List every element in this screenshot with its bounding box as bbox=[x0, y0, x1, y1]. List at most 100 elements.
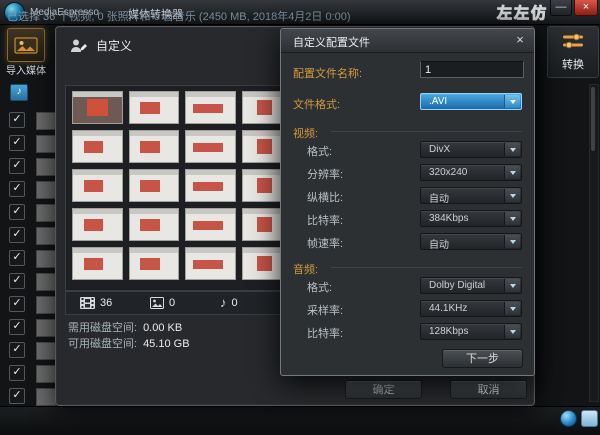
video-thumbnail[interactable] bbox=[185, 130, 236, 163]
video-thumbnail[interactable] bbox=[129, 91, 180, 124]
profile-dialog-title: 自定义配置文件 bbox=[293, 34, 370, 50]
dropdown-value: 自动 bbox=[429, 190, 449, 205]
video-thumbnail[interactable] bbox=[72, 169, 123, 202]
media-thumbnail-sliver bbox=[36, 296, 56, 314]
video-thumbnail[interactable] bbox=[72, 247, 123, 280]
notification-icon[interactable] bbox=[560, 410, 577, 427]
audio-bitrate-dropdown[interactable]: 128Kbps bbox=[420, 323, 522, 340]
chevron-down-icon bbox=[504, 325, 520, 338]
media-checkbox[interactable]: ✓ bbox=[9, 250, 25, 266]
import-media-label: 导入媒体 bbox=[0, 62, 52, 77]
field-label: 比特率: bbox=[307, 212, 343, 228]
video-thumbnail[interactable] bbox=[129, 247, 180, 280]
media-thumbnail-sliver bbox=[36, 250, 56, 268]
video-count-stat: 36 bbox=[80, 297, 136, 309]
video-thumbnail[interactable] bbox=[185, 169, 236, 202]
profile-close-icon[interactable]: × bbox=[512, 32, 528, 48]
next-button[interactable]: 下一步 bbox=[442, 349, 523, 368]
convert-label: 转换 bbox=[548, 56, 598, 72]
chevron-down-icon bbox=[504, 95, 520, 108]
media-checkbox[interactable]: ✓ bbox=[9, 342, 25, 358]
import-media-button[interactable] bbox=[7, 28, 45, 62]
audio-format-dropdown[interactable]: Dolby Digital bbox=[420, 277, 522, 294]
video-thumbnail[interactable] bbox=[129, 169, 180, 202]
customize-dialog-title: 自定义 bbox=[96, 37, 132, 54]
chevron-down-icon bbox=[504, 166, 520, 179]
dropdown-value: 320x240 bbox=[429, 167, 467, 178]
file-format-dropdown[interactable]: .AVI bbox=[420, 93, 522, 110]
video-thumbnail[interactable] bbox=[185, 247, 236, 280]
aspect-ratio-row: 纵横比: 自动 bbox=[281, 187, 534, 205]
media-checkbox[interactable]: ✓ bbox=[9, 388, 25, 404]
media-checkbox[interactable]: ✓ bbox=[9, 365, 25, 381]
media-thumbnail-sliver bbox=[36, 135, 56, 153]
video-thumbnail[interactable] bbox=[185, 208, 236, 241]
main-scrollbar-handle[interactable] bbox=[591, 87, 595, 151]
media-checkbox[interactable]: ✓ bbox=[9, 112, 25, 128]
aspect-ratio-dropdown[interactable]: 自动 bbox=[420, 187, 522, 204]
audio-bitrate-row: 比特率: 128Kbps bbox=[281, 323, 534, 341]
field-label: 分辨率: bbox=[307, 166, 343, 182]
resolution-dropdown[interactable]: 320x240 bbox=[420, 164, 522, 181]
video-bitrate-row: 比特率: 384Kbps bbox=[281, 210, 534, 228]
customize-dialog-header: 自定义 bbox=[70, 37, 132, 54]
audio-format-row: 格式: Dolby Digital bbox=[281, 277, 534, 295]
required-disk-label: 需用磁盘空间: bbox=[68, 322, 137, 334]
media-thumbnail-sliver bbox=[36, 342, 56, 360]
available-disk-label: 可用磁盘空间: bbox=[68, 338, 137, 350]
video-thumbnail[interactable] bbox=[72, 91, 123, 124]
minimize-button[interactable]: — bbox=[550, 0, 572, 16]
media-grid-panel bbox=[65, 85, 309, 291]
thumbnail-grid bbox=[72, 91, 292, 283]
dropdown-value: 44.1KHz bbox=[429, 303, 467, 314]
video-thumbnail[interactable] bbox=[185, 91, 236, 124]
media-checkbox[interactable]: ✓ bbox=[9, 227, 25, 243]
chevron-down-icon bbox=[504, 279, 520, 292]
video-format-dropdown[interactable]: DivX bbox=[420, 141, 522, 158]
customize-person-icon bbox=[70, 38, 88, 54]
dropdown-value: .AVI bbox=[429, 96, 447, 107]
video-thumbnail[interactable] bbox=[72, 130, 123, 163]
media-checkbox[interactable]: ✓ bbox=[9, 181, 25, 197]
field-label: 纵横比: bbox=[307, 189, 343, 205]
video-bitrate-dropdown[interactable]: 384Kbps bbox=[420, 210, 522, 227]
dropdown-value: DivX bbox=[429, 144, 450, 155]
media-checkbox[interactable]: ✓ bbox=[9, 135, 25, 151]
chevron-down-icon bbox=[504, 212, 520, 225]
device-icon[interactable] bbox=[581, 410, 598, 427]
dropdown-value: 384Kbps bbox=[429, 213, 468, 224]
video-thumbnail[interactable] bbox=[129, 130, 180, 163]
sample-rate-dropdown[interactable]: 44.1KHz bbox=[420, 300, 522, 317]
close-button[interactable]: × bbox=[574, 0, 598, 16]
section-divider bbox=[331, 267, 522, 268]
media-checkbox[interactable]: ✓ bbox=[9, 319, 25, 335]
media-thumbnail-sliver bbox=[36, 227, 56, 245]
profile-dialog: 自定义配置文件 × 配置文件名称: 文件格式: .AVI 视频: 格式: Div… bbox=[280, 28, 535, 376]
media-checkbox[interactable]: ✓ bbox=[9, 273, 25, 289]
required-disk-row: 需用磁盘空间:0.00 KB bbox=[68, 319, 182, 335]
profile-name-input[interactable] bbox=[420, 61, 524, 78]
video-thumbnail[interactable] bbox=[129, 208, 180, 241]
dropdown-value: 128Kbps bbox=[429, 326, 468, 337]
media-checkbox[interactable]: ✓ bbox=[9, 158, 25, 174]
media-checkbox[interactable]: ✓ bbox=[9, 204, 25, 220]
profile-name-label: 配置文件名称: bbox=[293, 65, 362, 81]
video-thumbnail[interactable] bbox=[72, 208, 123, 241]
field-label: 帧速率: bbox=[307, 235, 343, 251]
chevron-down-icon bbox=[504, 235, 520, 248]
cancel-button[interactable]: 取消 bbox=[450, 380, 527, 399]
field-label: 格式: bbox=[307, 279, 332, 295]
available-disk-value: 45.10 GB bbox=[143, 338, 189, 350]
chevron-down-icon bbox=[504, 302, 520, 315]
main-scrollbar bbox=[589, 84, 599, 402]
media-thumbnail-sliver bbox=[36, 112, 56, 130]
music-count-stat: ♪ 0 bbox=[220, 297, 276, 309]
field-label: 格式: bbox=[307, 143, 332, 159]
media-thumbnail-sliver bbox=[36, 365, 56, 383]
ok-button[interactable]: 确定 bbox=[345, 380, 422, 399]
convert-button[interactable]: 转换 bbox=[547, 26, 599, 78]
photo-icon bbox=[150, 297, 164, 309]
media-checkbox[interactable]: ✓ bbox=[9, 296, 25, 312]
import-media-icon bbox=[14, 37, 38, 54]
framerate-dropdown[interactable]: 自动 bbox=[420, 233, 522, 250]
